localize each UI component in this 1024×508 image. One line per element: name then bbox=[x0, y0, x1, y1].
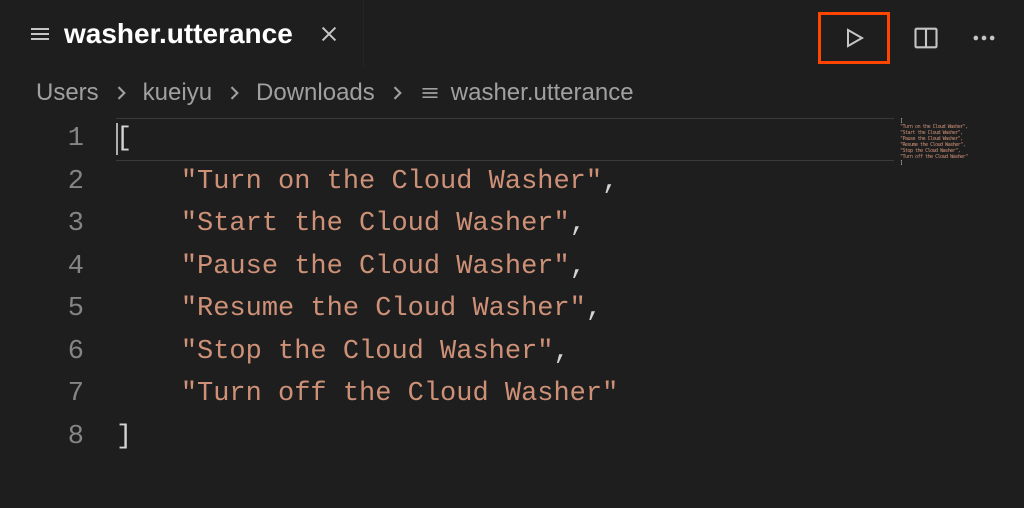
editor-actions bbox=[818, 12, 1006, 64]
code-line[interactable]: "Turn on the Cloud Washer", bbox=[116, 161, 1024, 204]
line-number: 8 bbox=[0, 416, 84, 459]
breadcrumb-segment[interactable]: Users bbox=[36, 79, 99, 107]
minimap[interactable]: [ "Turn on the Cloud Washer", "Start the… bbox=[896, 118, 1024, 188]
tab-container: washer.utterance bbox=[0, 0, 364, 68]
chevron-right-icon bbox=[383, 83, 411, 103]
line-number: 4 bbox=[0, 246, 84, 289]
line-number: 7 bbox=[0, 373, 84, 416]
line-number: 1 bbox=[0, 118, 84, 161]
breadcrumb: Users kueiyu Downloads washer.utterance bbox=[0, 68, 1024, 118]
tab-active[interactable]: washer.utterance bbox=[0, 0, 364, 68]
line-number: 2 bbox=[0, 161, 84, 204]
file-icon bbox=[419, 82, 441, 104]
chevron-right-icon bbox=[107, 83, 135, 103]
text-cursor bbox=[116, 123, 118, 155]
split-editor-button[interactable] bbox=[904, 16, 948, 60]
line-number: 6 bbox=[0, 331, 84, 374]
code-line[interactable]: "Stop the Cloud Washer", bbox=[116, 331, 1024, 374]
breadcrumb-segment[interactable]: kueiyu bbox=[143, 79, 212, 107]
more-actions-button[interactable] bbox=[962, 16, 1006, 60]
run-button[interactable] bbox=[818, 12, 890, 64]
code-content[interactable]: [ "Turn on the Cloud Washer", "Start the… bbox=[116, 118, 1024, 458]
breadcrumb-file[interactable]: washer.utterance bbox=[419, 79, 634, 107]
tab-filename: washer.utterance bbox=[64, 18, 293, 50]
minimap-line: ] bbox=[896, 160, 1024, 166]
code-line[interactable]: "Resume the Cloud Washer", bbox=[116, 288, 1024, 331]
code-editor[interactable]: 12345678 [ "Turn on the Cloud Washer", "… bbox=[0, 118, 1024, 458]
line-gutter: 12345678 bbox=[0, 118, 116, 458]
breadcrumb-segment[interactable]: Downloads bbox=[256, 79, 375, 107]
tab-bar: washer.utterance bbox=[0, 0, 1024, 68]
code-line[interactable]: "Start the Cloud Washer", bbox=[116, 203, 1024, 246]
code-line[interactable]: ] bbox=[116, 416, 1024, 459]
file-icon bbox=[28, 22, 52, 46]
chevron-right-icon bbox=[220, 83, 248, 103]
code-line[interactable]: [ bbox=[116, 118, 1024, 161]
line-number: 3 bbox=[0, 203, 84, 246]
breadcrumb-filename: washer.utterance bbox=[451, 79, 634, 107]
code-line[interactable]: "Turn off the Cloud Washer" bbox=[116, 373, 1024, 416]
code-line[interactable]: "Pause the Cloud Washer", bbox=[116, 246, 1024, 289]
line-number: 5 bbox=[0, 288, 84, 331]
tab-close-button[interactable] bbox=[313, 18, 345, 50]
